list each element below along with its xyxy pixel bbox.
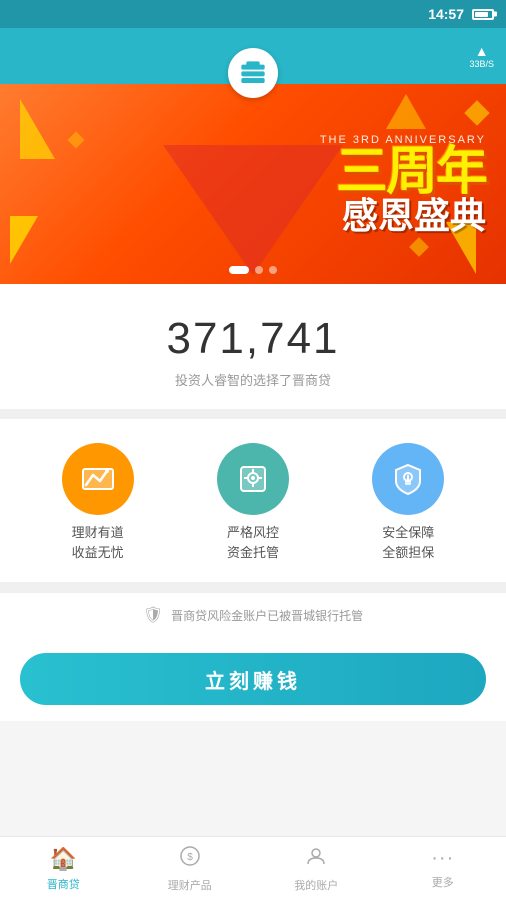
app-header: ▲ 33B/S [0, 28, 506, 84]
products-icon: $ [179, 845, 201, 873]
finance-label-line1: 理财有道 [72, 523, 124, 543]
app-logo[interactable] [228, 48, 278, 98]
stats-section: 371,741 投资人睿智的选择了晋商贷 [0, 284, 506, 409]
risk-label: 严格风控 资金托管 [227, 523, 279, 562]
finance-icon [62, 443, 134, 515]
more-icon: ··· [431, 847, 454, 870]
anniversary-line: THE 3RD ANNIVERSARY [320, 134, 486, 146]
feature-security: 安全保障 全额担保 [343, 443, 473, 562]
cta-button[interactable]: 立刻赚钱 [20, 653, 486, 705]
finance-label: 理财有道 收益无忧 [72, 523, 124, 562]
dot-3[interactable] [269, 266, 277, 274]
battery-icon [472, 9, 494, 20]
promo-banner[interactable]: THE 3RD ANNIVERSARY 三周年 感恩盛典 [0, 84, 506, 284]
nav-item-account[interactable]: 我的账户 [253, 837, 380, 900]
account-icon [305, 845, 327, 873]
divider-1 [0, 409, 506, 419]
more-label: 更多 [432, 874, 454, 890]
home-label: 晋商贷 [47, 876, 80, 892]
content-area: THE 3RD ANNIVERSARY 三周年 感恩盛典 371,741 投资人… [0, 84, 506, 836]
banner-content: THE 3RD ANNIVERSARY 三周年 感恩盛典 [0, 84, 506, 284]
security-label: 安全保障 全额担保 [382, 523, 434, 562]
banner-dots [229, 266, 277, 274]
nav-item-more[interactable]: ··· 更多 [380, 837, 506, 900]
banner-text-block: THE 3RD ANNIVERSARY 三周年 感恩盛典 [320, 134, 486, 234]
trust-text: 晋商贷风险金账户已被晋城银行托管 [171, 607, 363, 624]
svg-text:$: $ [187, 852, 193, 863]
battery-fill [475, 12, 488, 17]
features-section: 理财有道 收益无忧 严格风控 资金托管 [0, 419, 506, 582]
security-icon [372, 443, 444, 515]
wifi-icon: ▲ [475, 43, 489, 59]
status-time: 14:57 [428, 6, 464, 22]
banner-sub-text: 感恩盛典 [320, 198, 486, 234]
divider-2 [0, 582, 506, 592]
feature-finance: 理财有道 收益无忧 [33, 443, 163, 562]
dot-2[interactable] [255, 266, 263, 274]
status-bar: 14:57 [0, 0, 506, 28]
nav-item-home[interactable]: 🏠 晋商贷 [0, 837, 127, 900]
risk-icon [217, 443, 289, 515]
home-icon: 🏠 [50, 846, 77, 872]
investor-count: 371,741 [20, 314, 486, 364]
bottom-nav: 🏠 晋商贷 $ 理财产品 我的账户 ··· 更多 [0, 836, 506, 900]
wifi-speed-indicator: ▲ 33B/S [469, 43, 494, 69]
investor-desc: 投资人睿智的选择了晋商贷 [20, 370, 486, 389]
trust-shield-icon: 🛡 [143, 605, 163, 625]
security-label-line2: 全额担保 [382, 543, 434, 563]
speed-text: 33B/S [469, 59, 494, 69]
banner-main-text: 三周年 [320, 146, 486, 198]
account-label: 我的账户 [294, 877, 338, 893]
cta-section: 立刻赚钱 [0, 637, 506, 721]
products-label: 理财产品 [168, 877, 212, 893]
risk-label-line2: 资金托管 [227, 543, 279, 563]
feature-risk: 严格风控 资金托管 [188, 443, 318, 562]
logo-inner [236, 56, 270, 90]
security-label-line1: 安全保障 [382, 523, 434, 543]
dot-1[interactable] [229, 266, 249, 274]
nav-item-products[interactable]: $ 理财产品 [127, 837, 254, 900]
trust-section: 🛡 晋商贷风险金账户已被晋城银行托管 [0, 592, 506, 637]
risk-label-line1: 严格风控 [227, 523, 279, 543]
finance-label-line2: 收益无忧 [72, 543, 124, 563]
